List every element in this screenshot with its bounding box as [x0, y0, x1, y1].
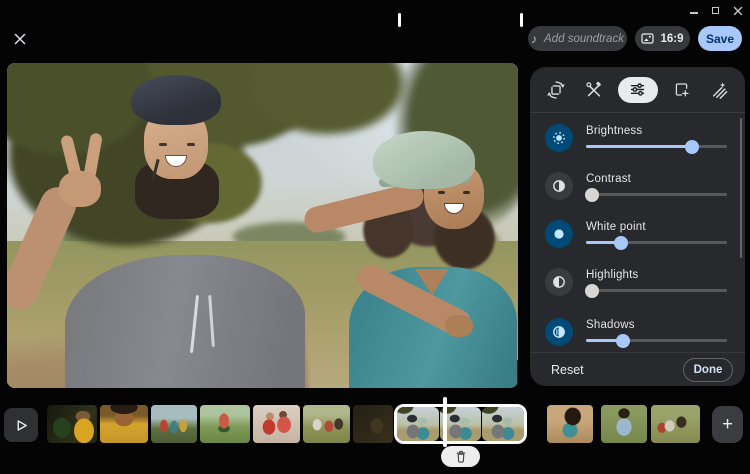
slider-label: Brightness	[586, 125, 643, 137]
add-soundtrack-button[interactable]: ♪ Add soundtrack	[528, 26, 627, 51]
delete-clip-button[interactable]	[441, 446, 480, 467]
timeline-thumbnail[interactable]	[47, 405, 97, 443]
music-note-icon: ♪	[531, 31, 538, 46]
timeline-thumbnail[interactable]	[100, 405, 148, 443]
play-button[interactable]	[4, 408, 38, 442]
panel-scrollbar[interactable]	[740, 118, 742, 258]
selected-clip[interactable]	[394, 404, 527, 444]
timeline-thumbnail[interactable]	[200, 405, 250, 443]
clip-frame	[482, 407, 524, 441]
timeline-thumbnail[interactable]	[651, 405, 700, 443]
close-editor-button[interactable]	[9, 29, 31, 49]
panel-divider	[530, 112, 745, 113]
maximize-icon[interactable]	[708, 4, 723, 17]
contrast-slider[interactable]	[584, 187, 727, 202]
highlights-icon	[553, 276, 565, 288]
timeline-thumbnail[interactable]	[253, 405, 300, 443]
slider-row-white-point: White point	[545, 220, 730, 254]
highlights-toggle[interactable]	[545, 268, 573, 296]
save-label: Save	[705, 31, 735, 46]
adjustments-panel: Brightness Contrast White point Highligh…	[530, 67, 745, 386]
timeline-thumbnail[interactable]	[303, 405, 350, 443]
tab-adjustments[interactable]	[617, 76, 658, 103]
slider-thumb[interactable]	[584, 283, 599, 298]
video-editor-window: ♪ Add soundtrack 16:9 Save Brightness Co…	[0, 0, 750, 474]
tab-crop-rotate[interactable]	[542, 77, 571, 103]
contrast-icon	[553, 180, 565, 192]
slider-label: Contrast	[586, 173, 632, 185]
white-point-icon	[554, 229, 564, 239]
slider-label: White point	[586, 221, 646, 233]
crop-rotate-icon	[547, 80, 565, 99]
video-preview	[7, 63, 518, 388]
reset-button[interactable]: Reset	[551, 363, 584, 377]
slider-row-shadows: Shadows	[545, 318, 730, 352]
slider-thumb[interactable]	[615, 333, 630, 348]
window-controls	[686, 4, 745, 17]
add-clip-button[interactable]: +	[712, 406, 743, 443]
slider-thumb[interactable]	[684, 139, 699, 154]
timeline-thumbnail[interactable]	[353, 405, 393, 443]
slider-row-highlights: Highlights	[545, 268, 730, 302]
tools-icon	[586, 81, 601, 97]
trim-handle-right[interactable]	[520, 13, 523, 27]
add-box-icon	[675, 83, 689, 97]
tune-sliders-icon	[630, 83, 645, 96]
trash-icon	[456, 450, 465, 463]
tab-add-overlay[interactable]	[667, 77, 696, 103]
tab-auto-fix[interactable]	[580, 77, 609, 103]
play-icon	[17, 419, 27, 431]
save-button[interactable]: Save	[698, 26, 742, 51]
timeline-thumbnail[interactable]	[547, 405, 593, 443]
shadows-slider[interactable]	[586, 333, 727, 348]
panel-footer: Reset Done	[530, 352, 745, 386]
window-close-icon[interactable]	[730, 4, 745, 17]
aspect-ratio-label: 16:9	[660, 32, 684, 45]
shadows-toggle[interactable]	[545, 318, 573, 346]
brightness-slider[interactable]	[586, 139, 727, 154]
highlights-slider[interactable]	[584, 283, 727, 298]
timeline-thumbnail[interactable]	[601, 405, 647, 443]
edit-tools-row	[530, 67, 745, 112]
slider-thumb[interactable]	[584, 187, 599, 202]
white-point-toggle[interactable]	[545, 220, 573, 248]
slider-row-contrast: Contrast	[545, 172, 730, 206]
add-soundtrack-label: Add soundtrack	[544, 32, 624, 45]
aspect-ratio-button[interactable]: 16:9	[635, 26, 690, 51]
slider-label: Highlights	[586, 269, 639, 281]
slider-row-brightness: Brightness	[545, 124, 730, 158]
slider-thumb[interactable]	[614, 235, 629, 250]
clip-frame	[397, 407, 439, 441]
white-point-slider[interactable]	[586, 235, 727, 250]
brightness-icon	[553, 132, 565, 144]
minimize-icon[interactable]	[686, 4, 701, 17]
brightness-toggle[interactable]	[545, 124, 573, 152]
shadows-icon	[553, 326, 565, 338]
done-button[interactable]: Done	[683, 357, 733, 382]
trim-handle-left[interactable]	[398, 13, 401, 27]
brightness-overlay	[7, 63, 518, 388]
playhead[interactable]	[443, 397, 447, 447]
image-icon	[641, 33, 655, 44]
timeline-thumbnail[interactable]	[151, 405, 197, 443]
slider-label: Shadows	[586, 319, 635, 331]
tab-effects[interactable]	[705, 77, 734, 103]
effects-icon	[712, 81, 728, 99]
contrast-toggle[interactable]	[545, 172, 573, 200]
